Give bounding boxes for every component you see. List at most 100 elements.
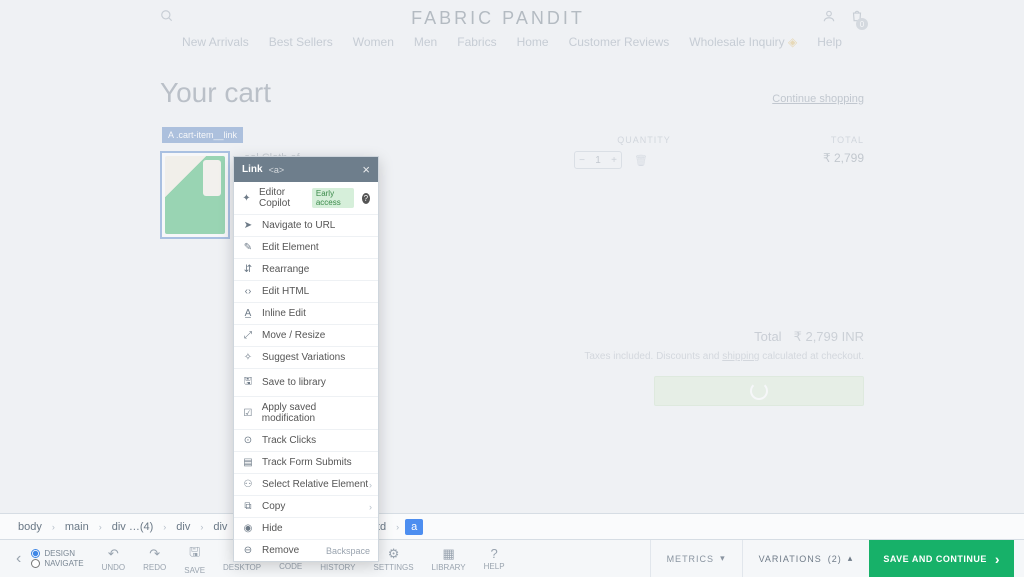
- col-quantity: QUANTITY: [617, 135, 671, 145]
- menu-item-icon: ✎: [242, 242, 254, 253]
- breadcrumb-item[interactable]: div: [172, 519, 194, 535]
- context-menu-item[interactable]: ⧉Copy›: [234, 495, 378, 517]
- trash-icon[interactable]: 🗑: [634, 154, 648, 167]
- account-icon[interactable]: [822, 9, 836, 28]
- chevron-right-icon: ›: [52, 522, 55, 532]
- continue-shopping-link[interactable]: Continue shopping: [772, 93, 864, 105]
- context-menu-item[interactable]: ◉Hide: [234, 517, 378, 539]
- qty-plus[interactable]: +: [607, 152, 621, 168]
- menu-item-icon: ✦: [242, 193, 251, 204]
- nav-item[interactable]: Fabrics: [457, 35, 496, 49]
- save-and-continue-button[interactable]: SAVE AND CONTINUE›: [869, 540, 1014, 577]
- checkout-button[interactable]: [654, 376, 864, 406]
- undo-button[interactable]: ↶UNDO: [102, 546, 126, 572]
- menu-item-icon: ⇵: [242, 264, 254, 275]
- breadcrumb-item[interactable]: a: [405, 519, 423, 535]
- context-menu-item[interactable]: ⊖RemoveBackspace: [234, 539, 378, 561]
- total-label: Total: [754, 329, 781, 344]
- nav-item[interactable]: Men: [414, 35, 437, 49]
- menu-item-icon: ➤: [242, 220, 254, 231]
- context-menu-header: Link<a> ×: [234, 157, 378, 182]
- context-menu: Link<a> × ✦Editor CopilotEarly access?➤N…: [233, 156, 379, 562]
- selector-tag: A .cart-item__link: [162, 127, 243, 143]
- chevron-up-icon: ▴: [848, 553, 854, 564]
- chevron-right-icon: ›: [995, 551, 1000, 567]
- col-total: TOTAL: [831, 135, 864, 145]
- menu-item-icon: ◉: [242, 523, 254, 534]
- context-menu-item[interactable]: A̲Inline Edit: [234, 302, 378, 324]
- search-icon[interactable]: [160, 9, 174, 28]
- menu-item-icon: ✧: [242, 352, 254, 363]
- keyboard-shortcut: Backspace: [326, 546, 370, 556]
- cart-icon[interactable]: [850, 9, 864, 28]
- context-menu-item[interactable]: 🖫Save to library: [234, 368, 378, 396]
- early-access-badge: Early access: [312, 188, 354, 208]
- library-button[interactable]: ▦LIBRARY: [432, 546, 466, 572]
- nav-item[interactable]: Best Sellers: [269, 35, 333, 49]
- context-menu-item[interactable]: ☑Apply saved modification: [234, 396, 378, 429]
- menu-item-icon: ☑: [242, 408, 254, 419]
- context-menu-item[interactable]: ▤Track Form Submits: [234, 451, 378, 473]
- line-price: ₹ 2,799: [794, 151, 864, 165]
- mode-design[interactable]: DESIGN: [31, 549, 83, 558]
- context-menu-item[interactable]: ⚇Select Relative Element›: [234, 473, 378, 495]
- bulb-icon: ◈: [788, 35, 797, 49]
- chevron-down-icon: ▾: [720, 553, 726, 564]
- chevron-right-icon: ›: [396, 522, 399, 532]
- quantity-stepper[interactable]: − +: [574, 151, 622, 169]
- qty-input[interactable]: [589, 152, 607, 168]
- nav-item[interactable]: New Arrivals: [182, 35, 249, 49]
- editor-toolbar: ‹ DESIGN NAVIGATE ↶UNDO ↷REDO 🖫SAVE 🖥DES…: [0, 540, 1024, 577]
- spinner-icon: [750, 382, 768, 400]
- cart-item-thumbnail[interactable]: A .cart-item__link: [160, 151, 230, 239]
- menu-item-icon: ⧉: [242, 501, 254, 512]
- info-icon: ?: [362, 193, 370, 204]
- breadcrumb: body›main›div …(4)›div›div›table›tbody›t…: [0, 513, 1024, 540]
- back-icon[interactable]: ‹: [10, 550, 27, 568]
- chevron-right-icon: ›: [369, 480, 372, 490]
- shipping-link[interactable]: shipping: [722, 351, 759, 362]
- save-button[interactable]: 🖫SAVE: [184, 543, 205, 575]
- total-value: ₹ 2,799 INR: [794, 329, 864, 344]
- menu-item-icon: ⊖: [242, 545, 254, 556]
- site-logo[interactable]: FABRIC PANDIT: [411, 8, 585, 29]
- context-menu-item[interactable]: ✦Editor CopilotEarly access?: [234, 182, 378, 214]
- nav-item[interactable]: Customer Reviews: [569, 35, 670, 49]
- nav-item[interactable]: Wholesale Inquiry ◈: [689, 35, 797, 49]
- context-menu-item[interactable]: ⤢Move / Resize: [234, 324, 378, 346]
- mode-navigate[interactable]: NAVIGATE: [31, 559, 83, 568]
- menu-item-icon: 🖫: [242, 374, 254, 391]
- page-title: Your cart: [160, 77, 271, 109]
- breadcrumb-item[interactable]: main: [61, 519, 93, 535]
- context-menu-item[interactable]: ✧Suggest Variations: [234, 346, 378, 368]
- menu-item-icon: ⤢: [242, 330, 254, 341]
- context-menu-item[interactable]: ✎Edit Element: [234, 236, 378, 258]
- close-icon[interactable]: ×: [362, 162, 370, 177]
- nav-item[interactable]: Women: [353, 35, 394, 49]
- chevron-right-icon: ›: [99, 522, 102, 532]
- main-nav: New Arrivals Best Sellers Women Men Fabr…: [0, 29, 1024, 59]
- breadcrumb-item[interactable]: body: [14, 519, 46, 535]
- help-button[interactable]: ?HELP: [484, 546, 505, 571]
- chevron-right-icon: ›: [200, 522, 203, 532]
- settings-button[interactable]: ⚙SETTINGS: [374, 546, 414, 572]
- breadcrumb-item[interactable]: div: [209, 519, 231, 535]
- menu-item-icon: A̲: [242, 308, 254, 319]
- variations-button[interactable]: VARIATIONS(2)▴: [742, 540, 870, 577]
- menu-item-icon: ⊙: [242, 435, 254, 446]
- menu-item-icon: ▤: [242, 457, 254, 468]
- context-menu-item[interactable]: ⇵Rearrange: [234, 258, 378, 280]
- redo-button[interactable]: ↷REDO: [143, 546, 166, 572]
- nav-item[interactable]: Home: [517, 35, 549, 49]
- metrics-button[interactable]: METRICS▾: [650, 540, 742, 577]
- chevron-right-icon: ›: [163, 522, 166, 532]
- qty-minus[interactable]: −: [575, 152, 589, 168]
- menu-item-icon: ⚇: [242, 479, 254, 490]
- nav-item[interactable]: Help: [817, 35, 842, 49]
- context-menu-item[interactable]: ‹›Edit HTML: [234, 280, 378, 302]
- context-menu-item[interactable]: ⊙Track Clicks: [234, 429, 378, 451]
- chevron-right-icon: ›: [369, 502, 372, 512]
- context-menu-item[interactable]: ➤Navigate to URL: [234, 214, 378, 236]
- breadcrumb-item[interactable]: div …(4): [108, 519, 158, 535]
- menu-item-icon: ‹›: [242, 286, 254, 297]
